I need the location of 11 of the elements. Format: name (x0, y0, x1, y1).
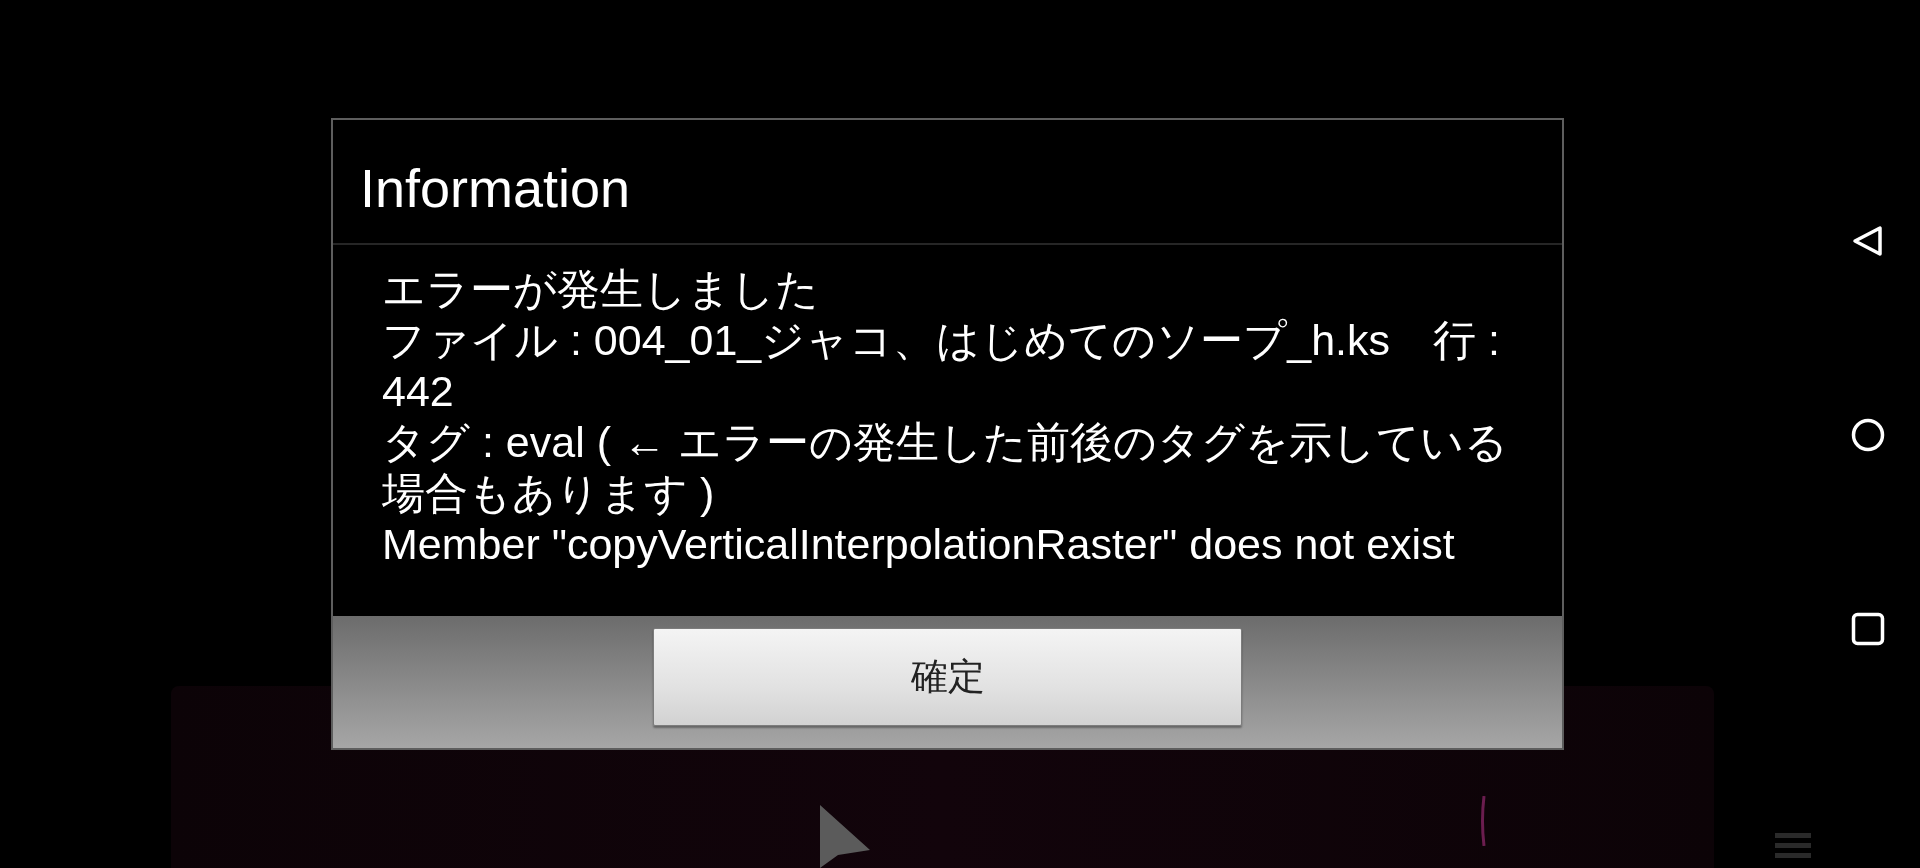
streak-mark-icon (1481, 796, 1487, 846)
recent-apps-icon[interactable] (1851, 612, 1885, 646)
pointer-arrow-icon (820, 805, 870, 868)
back-icon[interactable] (1851, 224, 1885, 258)
error-message-line: エラーが発生しました (382, 264, 820, 315)
error-message-line: ファイル : 004_01_ジャコ、はじめてのソープ_h.ks 行 : 442 (382, 315, 1501, 417)
error-message-line: タグ : eval ( ← エラーの発生した前後のタグを示している場合もあります ) (382, 417, 1509, 519)
dialog-title: Information (360, 158, 631, 219)
confirm-button[interactable]: 確定 (653, 628, 1242, 726)
home-icon[interactable] (1851, 418, 1885, 452)
error-message-line: Member "copyVerticalInterpolationRaster" does not exist (382, 519, 1456, 570)
